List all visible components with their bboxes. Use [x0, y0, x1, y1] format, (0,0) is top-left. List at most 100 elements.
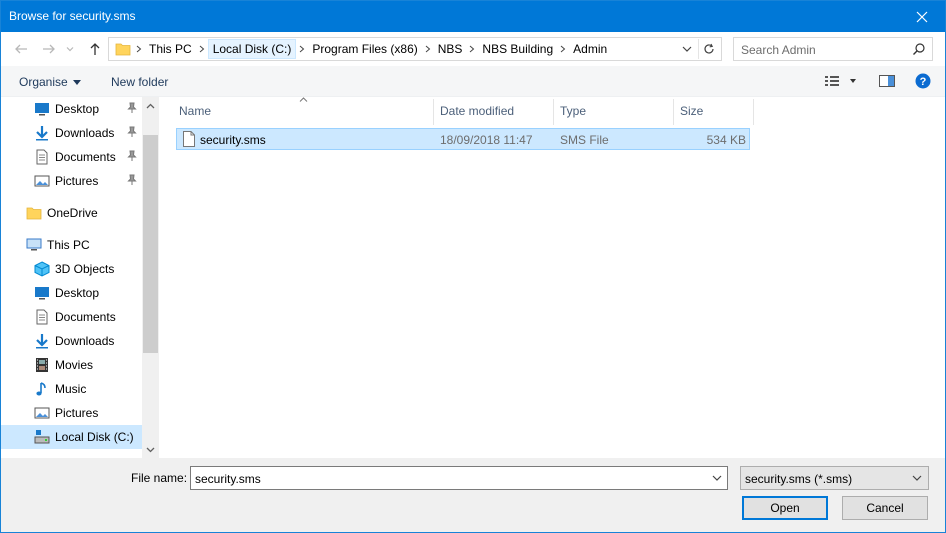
- sidebar-item-label: Downloads: [55, 126, 115, 140]
- file-name-input[interactable]: security.sms: [195, 472, 261, 486]
- column-header-date[interactable]: Date modified: [434, 97, 553, 125]
- crumb-this-pc[interactable]: This PC: [145, 39, 196, 59]
- file-dialog: Browse for security.sms This PC Local Di…: [0, 0, 946, 533]
- chevron-down-icon: [66, 47, 74, 52]
- crumb-nbs-building[interactable]: NBS Building: [478, 39, 557, 59]
- sidebar-scrollbar[interactable]: [142, 97, 159, 458]
- pin-icon[interactable]: [127, 174, 137, 189]
- sidebar-item-3d-objects[interactable]: 3D Objects: [1, 257, 142, 281]
- column-header-size[interactable]: Size: [674, 97, 753, 125]
- chevron-down-icon[interactable]: [708, 468, 726, 488]
- arrow-up-icon: [90, 43, 100, 55]
- window-title: Browse for security.sms: [9, 9, 136, 23]
- refresh-button[interactable]: [698, 39, 718, 59]
- cube-icon: [34, 261, 50, 277]
- music-note-icon: [34, 381, 50, 397]
- search-icon[interactable]: [912, 42, 926, 59]
- file-name: security.sms: [200, 133, 266, 147]
- desktop-icon: [34, 101, 50, 117]
- preview-pane-icon: [879, 75, 895, 87]
- sidebar-item-label: 3D Objects: [55, 262, 115, 276]
- help-button[interactable]: ?: [915, 73, 931, 92]
- sidebar-item-desktop-quick[interactable]: Desktop: [1, 97, 142, 121]
- sidebar-item-pictures[interactable]: Pictures: [1, 401, 142, 425]
- file-name-field[interactable]: security.sms: [190, 466, 728, 490]
- dialog-footer: File name: security.sms security.sms (*.…: [1, 458, 945, 532]
- picture-icon: [34, 405, 50, 421]
- chevron-down-icon[interactable]: [908, 468, 926, 488]
- file-date: 18/09/2018 11:47: [440, 133, 533, 147]
- crumb-admin[interactable]: Admin: [569, 39, 611, 59]
- crumb-nbs[interactable]: NBS: [434, 39, 467, 59]
- folder-icon: [26, 205, 42, 221]
- chevron-down-icon: [146, 447, 155, 452]
- organise-label: Organise: [19, 75, 68, 89]
- desktop-icon: [34, 285, 50, 301]
- organise-menu[interactable]: Organise: [19, 75, 81, 89]
- sidebar-item-label: Pictures: [55, 174, 99, 188]
- recent-locations-button[interactable]: [64, 40, 76, 58]
- sidebar-item-pictures-quick[interactable]: Pictures: [1, 169, 142, 193]
- sidebar-item-label: Documents: [55, 150, 116, 164]
- up-button[interactable]: [86, 40, 104, 58]
- sidebar-item-onedrive[interactable]: OneDrive: [1, 201, 142, 225]
- address-history-button[interactable]: [679, 40, 695, 58]
- pin-icon[interactable]: [127, 126, 137, 141]
- sidebar-item-movies[interactable]: Movies: [1, 353, 142, 377]
- sidebar-item-desktop[interactable]: Desktop: [1, 281, 142, 305]
- view-options-button[interactable]: [824, 73, 858, 92]
- sidebar-item-this-pc[interactable]: This PC: [1, 233, 142, 257]
- chevron-right-icon[interactable]: [557, 39, 569, 59]
- chevron-right-icon[interactable]: [422, 39, 434, 59]
- close-icon: [916, 11, 928, 22]
- chevron-right-icon[interactable]: [466, 39, 478, 59]
- crumb-program-files[interactable]: Program Files (x86): [308, 39, 421, 59]
- scroll-thumb[interactable]: [143, 135, 158, 353]
- chevron-down-icon: [682, 46, 692, 52]
- help-icon: ?: [915, 73, 931, 89]
- pin-icon[interactable]: [127, 150, 137, 165]
- column-header-type[interactable]: Type: [554, 97, 673, 125]
- file-name-label: File name:: [131, 471, 188, 485]
- preview-pane-button[interactable]: [878, 73, 896, 92]
- sidebar-item-local-disk[interactable]: Local Disk (C:): [1, 425, 142, 449]
- forward-button[interactable]: [40, 40, 58, 58]
- back-button[interactable]: [12, 40, 30, 58]
- download-icon: [34, 333, 50, 349]
- search-box[interactable]: Search Admin: [733, 37, 933, 61]
- chevron-right-icon[interactable]: [133, 39, 145, 59]
- new-folder-button[interactable]: New folder: [111, 75, 168, 89]
- pin-icon[interactable]: [127, 102, 137, 117]
- file-type-filter[interactable]: security.sms (*.sms): [740, 466, 929, 490]
- sidebar-item-downloads-quick[interactable]: Downloads: [1, 121, 142, 145]
- file-size: 534 KB: [706, 133, 746, 147]
- file-type: SMS File: [560, 133, 609, 147]
- open-button[interactable]: Open: [742, 496, 828, 520]
- sidebar-item-label: Desktop: [55, 102, 100, 116]
- cancel-button[interactable]: Cancel: [842, 496, 928, 520]
- computer-icon: [26, 237, 42, 253]
- sidebar-item-downloads[interactable]: Downloads: [1, 329, 142, 353]
- sidebar-item-label: Desktop: [55, 286, 100, 300]
- file-type-filter-value: security.sms (*.sms): [745, 472, 853, 486]
- sidebar-item-label: Movies: [55, 358, 94, 372]
- column-divider[interactable]: [753, 99, 754, 125]
- column-header-name[interactable]: Name: [173, 97, 433, 125]
- chevron-right-icon[interactable]: [196, 39, 208, 59]
- sidebar-item-music[interactable]: Music: [1, 377, 142, 401]
- sidebar-item-documents[interactable]: Documents: [1, 305, 142, 329]
- refresh-icon: [703, 43, 714, 54]
- close-button[interactable]: [899, 1, 945, 32]
- address-bar[interactable]: This PC Local Disk (C:) Program Files (x…: [108, 37, 722, 61]
- search-input[interactable]: Search Admin: [741, 43, 816, 57]
- crumb-local-disk[interactable]: Local Disk (C:): [207, 39, 297, 59]
- download-icon: [34, 125, 50, 141]
- file-row[interactable]: security.sms 18/09/2018 11:47 SMS File 5…: [176, 128, 750, 150]
- scroll-up-button[interactable]: [142, 97, 159, 114]
- film-icon: [34, 357, 50, 373]
- sidebar-item-documents-quick[interactable]: Documents: [1, 145, 142, 169]
- chevron-right-icon[interactable]: [296, 39, 308, 59]
- scroll-down-button[interactable]: [142, 441, 159, 458]
- arrow-left-icon: [15, 44, 27, 54]
- arrow-right-icon: [43, 44, 55, 54]
